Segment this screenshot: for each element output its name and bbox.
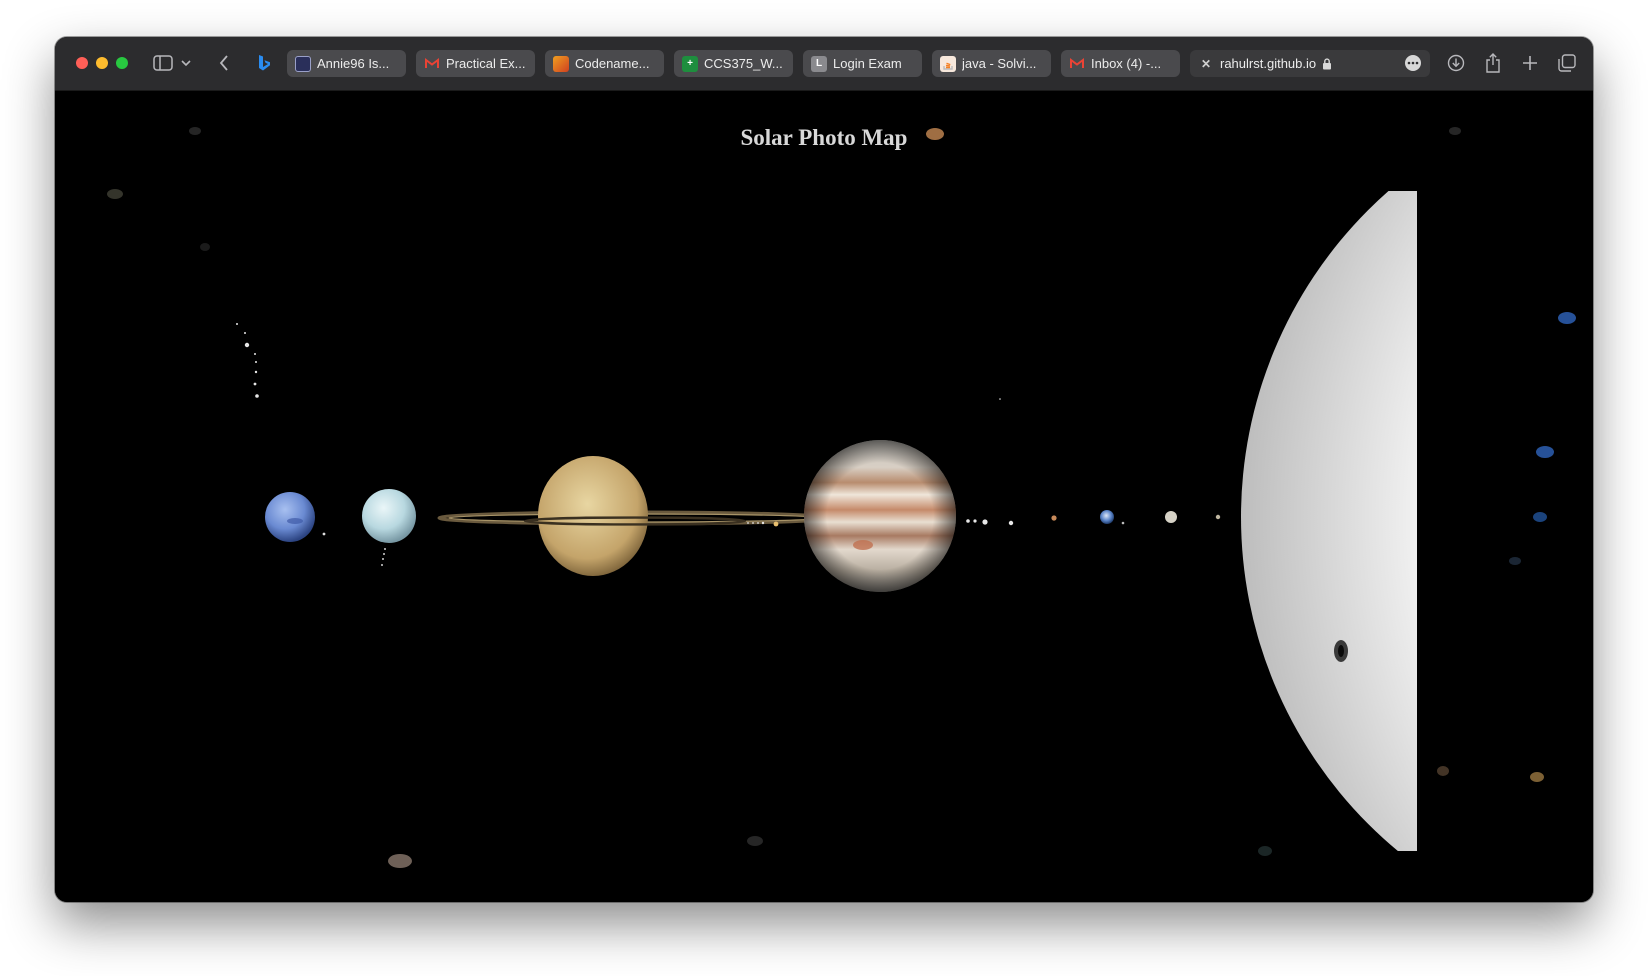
- bing-icon[interactable]: [255, 51, 273, 75]
- close-tab-icon[interactable]: ✕: [1198, 56, 1214, 72]
- gmail-icon: [1069, 56, 1085, 72]
- document-icon: [295, 55, 311, 72]
- download-icon[interactable]: [1444, 51, 1468, 75]
- browser-window: Annie96 Is... Practical Ex... Codename..…: [55, 37, 1593, 902]
- back-arrow-icon[interactable]: [215, 51, 233, 75]
- solar-system-scene: [107, 127, 1576, 868]
- page-title: Solar Photo Map: [740, 125, 908, 150]
- browser-toolbar: Annie96 Is... Practical Ex... Codename..…: [55, 37, 1593, 91]
- tab-label: java - Solvi...: [962, 56, 1037, 71]
- browser-tab-5[interactable]: L Login Exam: [803, 50, 922, 77]
- browser-tab-3[interactable]: Codename...: [545, 50, 664, 77]
- browser-tab-2[interactable]: Practical Ex...: [416, 50, 535, 77]
- tab-label: Codename...: [575, 56, 650, 71]
- browser-tab-active[interactable]: ✕ rahulrst.github.io: [1190, 50, 1430, 77]
- page-content: Solar Photo Map: [55, 91, 1593, 902]
- sheets-icon: +: [682, 55, 698, 72]
- browser-tab-6[interactable]: java - Solvi...: [932, 50, 1051, 77]
- maximize-window-button[interactable]: [116, 57, 128, 69]
- stackoverflow-icon: [940, 55, 956, 72]
- saturn-planet: [437, 456, 833, 576]
- minimize-window-button[interactable]: [96, 57, 108, 69]
- more-options-icon[interactable]: [1401, 51, 1425, 75]
- tab-label: CCS375_W...: [704, 56, 783, 71]
- browser-tab-1[interactable]: Annie96 Is...: [287, 50, 406, 77]
- uranus-planet: [362, 489, 416, 566]
- browser-tab-4[interactable]: + CCS375_W...: [674, 50, 793, 77]
- codename-icon: [553, 55, 569, 72]
- tab-label: rahulrst.github.io: [1220, 56, 1317, 71]
- new-tab-icon[interactable]: [1518, 51, 1542, 75]
- letter-l-icon: L: [811, 55, 827, 72]
- tab-label: Annie96 Is...: [317, 56, 390, 71]
- sunspot: [1334, 640, 1348, 662]
- share-icon[interactable]: [1481, 51, 1505, 75]
- gmail-icon: [424, 56, 440, 72]
- tab-label: Login Exam: [833, 56, 902, 71]
- tab-label: Inbox (4) -...: [1091, 56, 1162, 71]
- inner-planets: [1051, 510, 1221, 525]
- jupiter-planet: [804, 440, 1014, 592]
- neptune-planet: [265, 492, 326, 542]
- lock-icon: [1322, 57, 1332, 70]
- tab-overview-icon[interactable]: [1555, 51, 1579, 75]
- chevron-down-icon[interactable]: [179, 51, 193, 75]
- browser-tab-7[interactable]: Inbox (4) -...: [1061, 50, 1180, 77]
- close-window-button[interactable]: [76, 57, 88, 69]
- sidebar-toggle-icon[interactable]: [151, 51, 175, 75]
- distant-bodies-cluster: [236, 323, 1001, 400]
- tab-label: Practical Ex...: [446, 56, 526, 71]
